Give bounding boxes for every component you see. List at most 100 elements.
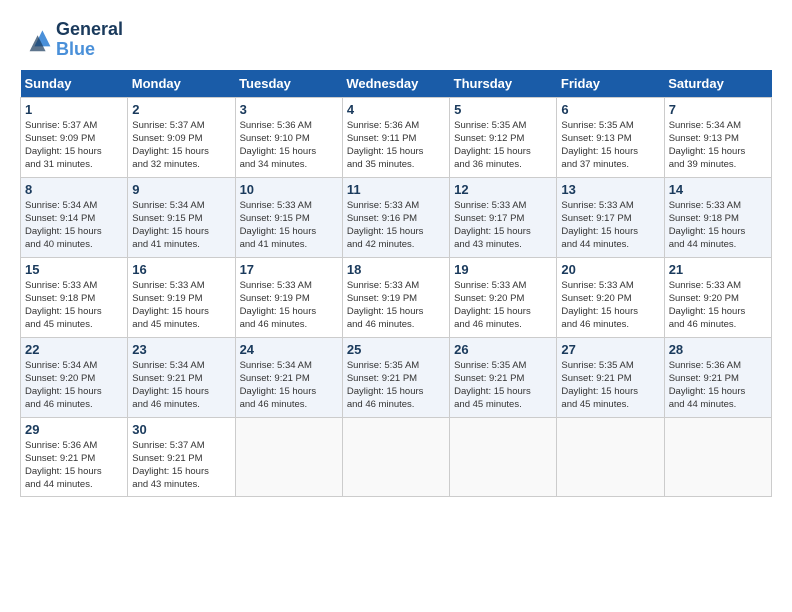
weekday-header-sunday: Sunday bbox=[21, 70, 128, 98]
day-info: Sunrise: 5:35 AM Sunset: 9:13 PM Dayligh… bbox=[561, 119, 659, 172]
day-number: 8 bbox=[25, 182, 123, 197]
day-info: Sunrise: 5:33 AM Sunset: 9:18 PM Dayligh… bbox=[25, 279, 123, 332]
day-number: 3 bbox=[240, 102, 338, 117]
calendar-cell: 4 Sunrise: 5:36 AM Sunset: 9:11 PM Dayli… bbox=[342, 97, 449, 177]
calendar-week-row: 8 Sunrise: 5:34 AM Sunset: 9:14 PM Dayli… bbox=[21, 177, 772, 257]
day-number: 23 bbox=[132, 342, 230, 357]
day-number: 25 bbox=[347, 342, 445, 357]
day-info: Sunrise: 5:34 AM Sunset: 9:13 PM Dayligh… bbox=[669, 119, 767, 172]
day-number: 20 bbox=[561, 262, 659, 277]
calendar-cell: 27 Sunrise: 5:35 AM Sunset: 9:21 PM Dayl… bbox=[557, 337, 664, 417]
calendar-cell: 23 Sunrise: 5:34 AM Sunset: 9:21 PM Dayl… bbox=[128, 337, 235, 417]
calendar-cell: 8 Sunrise: 5:34 AM Sunset: 9:14 PM Dayli… bbox=[21, 177, 128, 257]
calendar-cell: 7 Sunrise: 5:34 AM Sunset: 9:13 PM Dayli… bbox=[664, 97, 771, 177]
day-number: 26 bbox=[454, 342, 552, 357]
day-number: 28 bbox=[669, 342, 767, 357]
calendar-cell: 9 Sunrise: 5:34 AM Sunset: 9:15 PM Dayli… bbox=[128, 177, 235, 257]
day-info: Sunrise: 5:34 AM Sunset: 9:21 PM Dayligh… bbox=[240, 359, 338, 412]
day-info: Sunrise: 5:33 AM Sunset: 9:20 PM Dayligh… bbox=[669, 279, 767, 332]
calendar-cell: 10 Sunrise: 5:33 AM Sunset: 9:15 PM Dayl… bbox=[235, 177, 342, 257]
calendar-cell: 3 Sunrise: 5:36 AM Sunset: 9:10 PM Dayli… bbox=[235, 97, 342, 177]
day-number: 24 bbox=[240, 342, 338, 357]
calendar-cell: 17 Sunrise: 5:33 AM Sunset: 9:19 PM Dayl… bbox=[235, 257, 342, 337]
day-info: Sunrise: 5:35 AM Sunset: 9:21 PM Dayligh… bbox=[561, 359, 659, 412]
calendar-cell: 29 Sunrise: 5:36 AM Sunset: 9:21 PM Dayl… bbox=[21, 417, 128, 496]
calendar-cell: 30 Sunrise: 5:37 AM Sunset: 9:21 PM Dayl… bbox=[128, 417, 235, 496]
day-info: Sunrise: 5:36 AM Sunset: 9:21 PM Dayligh… bbox=[669, 359, 767, 412]
day-number: 12 bbox=[454, 182, 552, 197]
day-info: Sunrise: 5:33 AM Sunset: 9:15 PM Dayligh… bbox=[240, 199, 338, 252]
day-number: 5 bbox=[454, 102, 552, 117]
day-number: 2 bbox=[132, 102, 230, 117]
weekday-header-saturday: Saturday bbox=[664, 70, 771, 98]
day-number: 11 bbox=[347, 182, 445, 197]
header: General Blue bbox=[20, 20, 772, 60]
day-number: 14 bbox=[669, 182, 767, 197]
day-number: 18 bbox=[347, 262, 445, 277]
day-info: Sunrise: 5:34 AM Sunset: 9:21 PM Dayligh… bbox=[132, 359, 230, 412]
day-info: Sunrise: 5:33 AM Sunset: 9:19 PM Dayligh… bbox=[347, 279, 445, 332]
calendar-cell: 12 Sunrise: 5:33 AM Sunset: 9:17 PM Dayl… bbox=[450, 177, 557, 257]
calendar-cell: 6 Sunrise: 5:35 AM Sunset: 9:13 PM Dayli… bbox=[557, 97, 664, 177]
day-info: Sunrise: 5:37 AM Sunset: 9:09 PM Dayligh… bbox=[132, 119, 230, 172]
logo: General Blue bbox=[20, 20, 123, 60]
day-info: Sunrise: 5:33 AM Sunset: 9:17 PM Dayligh… bbox=[561, 199, 659, 252]
weekday-header-wednesday: Wednesday bbox=[342, 70, 449, 98]
calendar-cell: 13 Sunrise: 5:33 AM Sunset: 9:17 PM Dayl… bbox=[557, 177, 664, 257]
day-number: 29 bbox=[25, 422, 123, 437]
day-info: Sunrise: 5:36 AM Sunset: 9:21 PM Dayligh… bbox=[25, 439, 123, 492]
day-info: Sunrise: 5:35 AM Sunset: 9:21 PM Dayligh… bbox=[454, 359, 552, 412]
day-number: 27 bbox=[561, 342, 659, 357]
day-number: 16 bbox=[132, 262, 230, 277]
weekday-header-friday: Friday bbox=[557, 70, 664, 98]
calendar-cell: 1 Sunrise: 5:37 AM Sunset: 9:09 PM Dayli… bbox=[21, 97, 128, 177]
calendar-cell: 15 Sunrise: 5:33 AM Sunset: 9:18 PM Dayl… bbox=[21, 257, 128, 337]
day-number: 10 bbox=[240, 182, 338, 197]
calendar-cell: 25 Sunrise: 5:35 AM Sunset: 9:21 PM Dayl… bbox=[342, 337, 449, 417]
calendar-week-row: 15 Sunrise: 5:33 AM Sunset: 9:18 PM Dayl… bbox=[21, 257, 772, 337]
day-number: 30 bbox=[132, 422, 230, 437]
day-number: 6 bbox=[561, 102, 659, 117]
calendar-week-row: 22 Sunrise: 5:34 AM Sunset: 9:20 PM Dayl… bbox=[21, 337, 772, 417]
calendar-table: SundayMondayTuesdayWednesdayThursdayFrid… bbox=[20, 70, 772, 497]
calendar-cell: 26 Sunrise: 5:35 AM Sunset: 9:21 PM Dayl… bbox=[450, 337, 557, 417]
calendar-cell bbox=[235, 417, 342, 496]
weekday-header-thursday: Thursday bbox=[450, 70, 557, 98]
calendar-cell: 11 Sunrise: 5:33 AM Sunset: 9:16 PM Dayl… bbox=[342, 177, 449, 257]
calendar-cell: 20 Sunrise: 5:33 AM Sunset: 9:20 PM Dayl… bbox=[557, 257, 664, 337]
day-number: 13 bbox=[561, 182, 659, 197]
weekday-header-monday: Monday bbox=[128, 70, 235, 98]
day-info: Sunrise: 5:33 AM Sunset: 9:19 PM Dayligh… bbox=[132, 279, 230, 332]
day-info: Sunrise: 5:37 AM Sunset: 9:09 PM Dayligh… bbox=[25, 119, 123, 172]
calendar-cell: 18 Sunrise: 5:33 AM Sunset: 9:19 PM Dayl… bbox=[342, 257, 449, 337]
day-info: Sunrise: 5:35 AM Sunset: 9:21 PM Dayligh… bbox=[347, 359, 445, 412]
logo-icon bbox=[20, 24, 52, 56]
calendar-cell: 24 Sunrise: 5:34 AM Sunset: 9:21 PM Dayl… bbox=[235, 337, 342, 417]
calendar-cell: 19 Sunrise: 5:33 AM Sunset: 9:20 PM Dayl… bbox=[450, 257, 557, 337]
calendar-cell bbox=[450, 417, 557, 496]
calendar-week-row: 29 Sunrise: 5:36 AM Sunset: 9:21 PM Dayl… bbox=[21, 417, 772, 496]
day-info: Sunrise: 5:35 AM Sunset: 9:12 PM Dayligh… bbox=[454, 119, 552, 172]
calendar-cell bbox=[664, 417, 771, 496]
calendar-cell: 16 Sunrise: 5:33 AM Sunset: 9:19 PM Dayl… bbox=[128, 257, 235, 337]
calendar-header-row: SundayMondayTuesdayWednesdayThursdayFrid… bbox=[21, 70, 772, 98]
calendar-cell bbox=[342, 417, 449, 496]
weekday-header-tuesday: Tuesday bbox=[235, 70, 342, 98]
day-number: 4 bbox=[347, 102, 445, 117]
day-info: Sunrise: 5:33 AM Sunset: 9:17 PM Dayligh… bbox=[454, 199, 552, 252]
day-info: Sunrise: 5:34 AM Sunset: 9:14 PM Dayligh… bbox=[25, 199, 123, 252]
day-info: Sunrise: 5:34 AM Sunset: 9:20 PM Dayligh… bbox=[25, 359, 123, 412]
day-number: 7 bbox=[669, 102, 767, 117]
day-number: 17 bbox=[240, 262, 338, 277]
day-info: Sunrise: 5:36 AM Sunset: 9:10 PM Dayligh… bbox=[240, 119, 338, 172]
day-info: Sunrise: 5:37 AM Sunset: 9:21 PM Dayligh… bbox=[132, 439, 230, 492]
day-number: 22 bbox=[25, 342, 123, 357]
day-number: 19 bbox=[454, 262, 552, 277]
logo-text: General Blue bbox=[56, 20, 123, 60]
calendar-cell: 21 Sunrise: 5:33 AM Sunset: 9:20 PM Dayl… bbox=[664, 257, 771, 337]
day-number: 1 bbox=[25, 102, 123, 117]
calendar-cell bbox=[557, 417, 664, 496]
day-info: Sunrise: 5:34 AM Sunset: 9:15 PM Dayligh… bbox=[132, 199, 230, 252]
day-info: Sunrise: 5:36 AM Sunset: 9:11 PM Dayligh… bbox=[347, 119, 445, 172]
calendar-week-row: 1 Sunrise: 5:37 AM Sunset: 9:09 PM Dayli… bbox=[21, 97, 772, 177]
